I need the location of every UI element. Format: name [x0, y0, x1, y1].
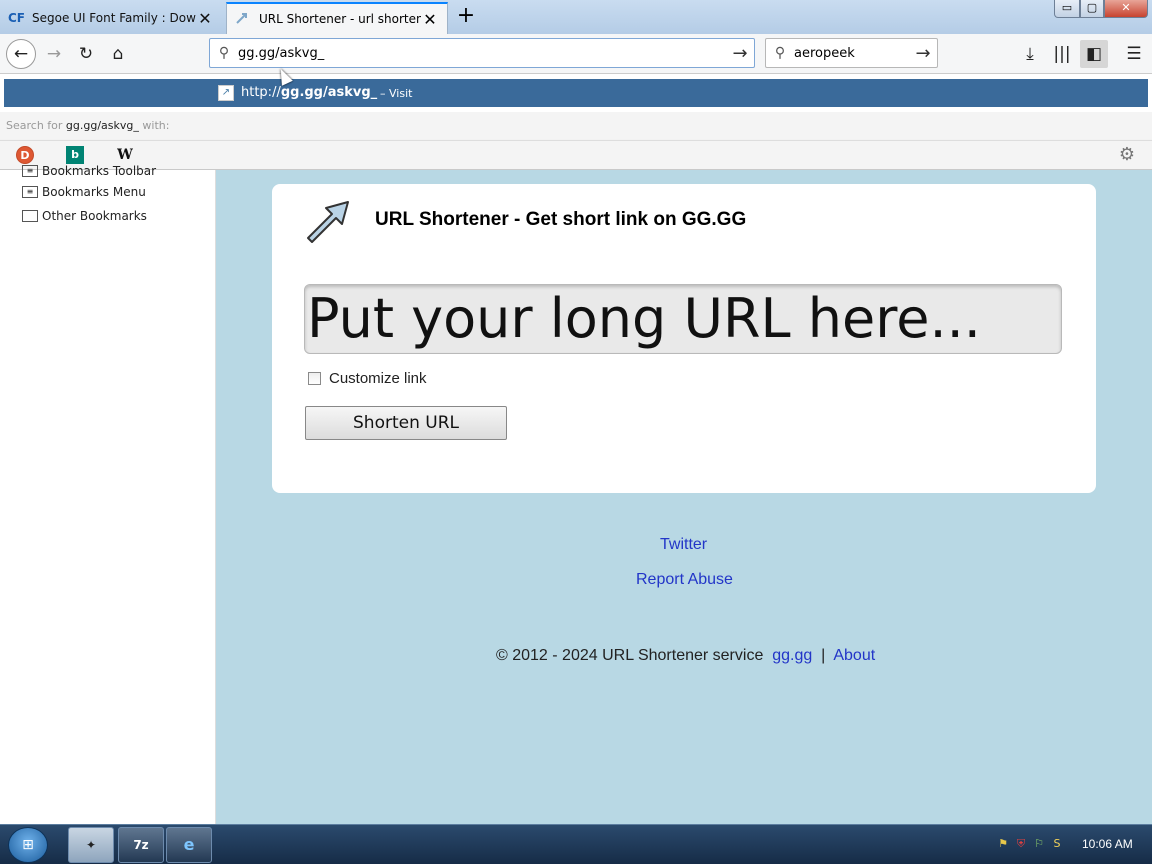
home-button[interactable]: ⌂: [104, 40, 132, 68]
library-button[interactable]: |||: [1048, 40, 1076, 68]
reload-button[interactable]: ↻: [72, 40, 100, 68]
menu-button[interactable]: ☰: [1120, 40, 1148, 68]
tab-segoe-ui[interactable]: CF Segoe UI Font Family : Downl ✕: [0, 2, 222, 34]
customize-label: Customize link: [329, 370, 427, 387]
search-for-row: Search for gg.gg/askvg_ with:: [0, 112, 1152, 140]
duckduckgo-icon[interactable]: D: [16, 146, 34, 164]
tab-title: URL Shortener - url shortening: [259, 12, 421, 26]
suggestion-url: http://gg.gg/askvg_: [241, 85, 378, 100]
downloads-button[interactable]: ⤓: [1016, 40, 1044, 68]
maximize-button[interactable]: ▢: [1080, 0, 1104, 18]
address-bar[interactable]: ⚲ gg.gg/askvg_ →: [209, 38, 755, 68]
suggestion-action: – Visit: [380, 87, 413, 100]
bookmarks-sidebar: ≡ Bookmarks Toolbar ≡ Bookmarks Menu Oth…: [0, 164, 216, 824]
bing-icon[interactable]: b: [66, 146, 84, 164]
page-title: URL Shortener - Get short link on GG.GG: [375, 209, 747, 230]
page-content: URL Shortener - Get short link on GG.GG …: [216, 170, 1152, 824]
search-input[interactable]: aeropeek: [794, 46, 909, 61]
link-favicon-icon: ↗: [218, 85, 234, 101]
customize-link-option[interactable]: Customize link: [308, 370, 427, 387]
shield-icon[interactable]: ⛨: [1014, 837, 1028, 851]
cf-favicon-icon: CF: [8, 11, 26, 25]
clock[interactable]: 10:06 AM: [1082, 837, 1133, 851]
taskbar-ie[interactable]: e: [166, 827, 212, 863]
about-link[interactable]: About: [833, 647, 875, 664]
tab-url-shortener[interactable]: URL Shortener - url shortening ✕: [226, 2, 448, 34]
system-tray: ⚑ ⛨ ⚐ S: [996, 837, 1064, 851]
customize-checkbox[interactable]: [308, 372, 321, 385]
navigation-toolbar: ← → ↻ ⌂ ⚲ gg.gg/askvg_ → ⚲ aeropeek → ⤓ …: [0, 34, 1152, 74]
bookmarks-menu-icon: ≡: [22, 186, 38, 198]
search-bar[interactable]: ⚲ aeropeek →: [765, 38, 938, 68]
taskbar: ⊞ ✦ 7z e ⚑ ⛨ ⚐ S 10:06 AM: [0, 824, 1152, 864]
network-icon[interactable]: ⚑: [996, 837, 1010, 851]
one-off-search-engines: D b W ⚙: [0, 140, 1152, 170]
shortener-card: URL Shortener - Get short link on GG.GG …: [272, 184, 1096, 493]
twitter-link[interactable]: Twitter: [660, 536, 707, 554]
close-tab-icon[interactable]: ✕: [421, 10, 439, 29]
back-button[interactable]: ←: [6, 39, 36, 69]
gear-icon[interactable]: ⚙: [1118, 146, 1136, 164]
close-tab-icon[interactable]: ✕: [196, 9, 214, 28]
forward-button[interactable]: →: [40, 40, 68, 68]
search-query: gg.gg/askvg_: [65, 119, 139, 132]
close-window-button[interactable]: ✕: [1104, 0, 1148, 18]
search-go-arrow-icon[interactable]: →: [909, 43, 937, 64]
folder-icon: [22, 210, 38, 222]
volume-icon[interactable]: S: [1050, 837, 1064, 851]
sidebar-item-bookmarks-toolbar[interactable]: ≡ Bookmarks Toolbar: [22, 164, 156, 178]
shorten-url-button[interactable]: Shorten URL: [305, 406, 507, 440]
url-suggestion-selected[interactable]: ↗ http://gg.gg/askvg_ – Visit: [4, 79, 1148, 107]
taskbar-firefox[interactable]: ✦: [68, 827, 114, 863]
windows-logo-icon: ⊞: [22, 837, 34, 853]
flag-icon[interactable]: ⚐: [1032, 837, 1046, 851]
report-abuse-link[interactable]: Report Abuse: [636, 571, 733, 589]
link-favicon-icon: [235, 11, 253, 28]
footer: © 2012 - 2024 URL Shortener service gg.g…: [496, 647, 876, 664]
sidebar-toggle-button[interactable]: ◧: [1080, 40, 1108, 68]
new-tab-button[interactable]: +: [454, 4, 478, 30]
taskbar-7zip[interactable]: 7z: [118, 827, 164, 863]
address-input[interactable]: gg.gg/askvg_: [238, 46, 726, 61]
search-icon: ⚲: [774, 45, 786, 61]
sidebar-item-bookmarks-menu[interactable]: ≡ Bookmarks Menu: [22, 185, 146, 199]
sidebar-item-other-bookmarks[interactable]: Other Bookmarks: [22, 209, 147, 223]
tab-strip: CF Segoe UI Font Family : Downl ✕ URL Sh…: [0, 0, 1152, 34]
long-url-input[interactable]: Put your long URL here...: [304, 284, 1062, 354]
start-button[interactable]: ⊞: [8, 827, 48, 863]
go-arrow-icon[interactable]: →: [726, 43, 754, 64]
search-icon: ⚲: [218, 45, 230, 61]
tab-title: Segoe UI Font Family : Downl: [32, 11, 196, 25]
arrow-logo-icon: [307, 201, 349, 243]
wikipedia-icon[interactable]: W: [116, 146, 134, 164]
bookmarks-toolbar-icon: ≡: [22, 165, 38, 177]
minimize-button[interactable]: ▭: [1054, 0, 1080, 18]
gg-gg-link[interactable]: gg.gg: [772, 647, 812, 664]
